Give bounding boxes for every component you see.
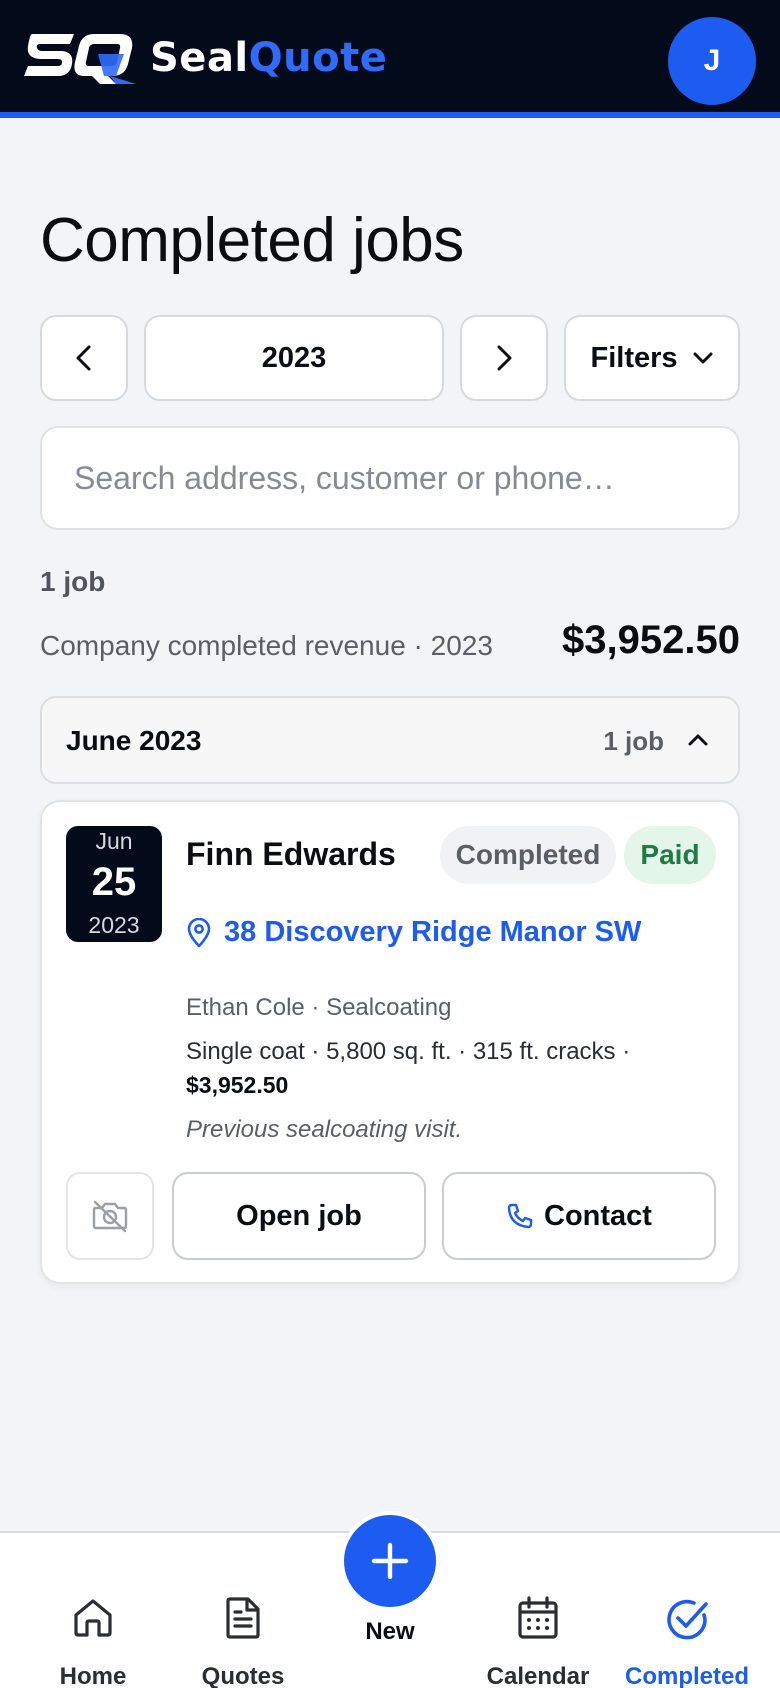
job-card[interactable]: Jun 25 2023 Finn Edwards Completed Paid … bbox=[40, 800, 740, 1284]
page-title: Completed jobs bbox=[40, 206, 464, 275]
app-header: SealQuote J bbox=[0, 0, 780, 118]
brand-name-quote: Quote bbox=[248, 35, 388, 81]
brand-wordmark: SealQuote bbox=[150, 35, 387, 81]
job-assignee-service: Ethan Cole · Sealcoating bbox=[186, 994, 452, 1021]
job-specs: Single coat · 5,800 sq. ft. · 315 ft. cr… bbox=[186, 1038, 631, 1065]
filters-label: Filters bbox=[590, 341, 678, 374]
job-date-year: 2023 bbox=[88, 912, 140, 938]
phone-icon bbox=[507, 1203, 533, 1229]
status-badge: Completed bbox=[440, 826, 616, 884]
job-date-day: 25 bbox=[91, 860, 137, 904]
job-address: 38 Discovery Ridge Manor SW bbox=[224, 916, 642, 948]
job-note: Previous sealcoating visit. bbox=[186, 1116, 463, 1143]
job-count: 1 job bbox=[40, 566, 106, 597]
open-job-button[interactable]: Open job bbox=[172, 1172, 426, 1260]
check-circle-icon bbox=[667, 1599, 708, 1640]
plus-icon bbox=[371, 1542, 409, 1580]
nav-calendar-label: Calendar bbox=[486, 1663, 590, 1688]
chevron-up-icon bbox=[688, 734, 708, 746]
chevron-down-icon bbox=[693, 352, 713, 364]
contact-label: Contact bbox=[544, 1199, 652, 1232]
chevron-right-icon bbox=[497, 345, 512, 371]
nav-completed-label: Completed bbox=[624, 1663, 749, 1688]
map-pin-icon bbox=[187, 917, 211, 947]
logo-mark-icon bbox=[24, 34, 136, 84]
job-customer-name: Finn Edwards bbox=[186, 836, 396, 872]
home-icon bbox=[74, 1599, 112, 1637]
month-group-header[interactable]: June 2023 1 job bbox=[40, 696, 740, 784]
nav-new-label: New bbox=[365, 1618, 415, 1645]
nav-quotes-label: Quotes bbox=[201, 1663, 285, 1688]
revenue-value: $3,952.50 bbox=[562, 618, 740, 662]
nav-home[interactable]: Home bbox=[18, 1533, 168, 1688]
nav-calendar[interactable]: Calendar bbox=[463, 1533, 613, 1688]
payment-badge: Paid bbox=[624, 826, 716, 884]
camera-off-icon bbox=[92, 1200, 128, 1233]
job-address-link[interactable]: 38 Discovery Ridge Manor SW bbox=[186, 916, 641, 949]
filters-button[interactable]: Filters bbox=[564, 315, 740, 401]
job-price: $3,952.50 bbox=[186, 1072, 289, 1098]
brand-logo[interactable]: SealQuote bbox=[24, 30, 387, 86]
chevron-left-icon bbox=[76, 345, 91, 371]
year-selector[interactable]: 2023 bbox=[144, 315, 444, 401]
job-date-month: Jun bbox=[95, 828, 133, 854]
month-group-title: June 2023 bbox=[66, 725, 202, 756]
nav-home-label: Home bbox=[59, 1663, 127, 1688]
new-job-fab-wrapper bbox=[340, 1511, 440, 1611]
calendar-icon bbox=[518, 1596, 558, 1639]
user-avatar[interactable]: J bbox=[668, 17, 756, 105]
previous-year-button[interactable] bbox=[40, 315, 128, 401]
nav-completed[interactable]: Completed bbox=[612, 1533, 762, 1688]
photos-button[interactable] bbox=[66, 1172, 154, 1260]
nav-quotes[interactable]: Quotes bbox=[168, 1533, 318, 1688]
brand-name-seal: Seal bbox=[150, 35, 249, 81]
document-icon bbox=[226, 1597, 260, 1639]
month-group-count: 1 job bbox=[603, 726, 664, 756]
next-year-button[interactable] bbox=[460, 315, 548, 401]
revenue-label: Company completed revenue · 2023 bbox=[40, 630, 493, 661]
job-date-badge: Jun 25 2023 bbox=[66, 826, 162, 942]
contact-button[interactable]: Contact bbox=[442, 1172, 716, 1260]
new-job-button[interactable] bbox=[344, 1515, 436, 1607]
search-input[interactable] bbox=[40, 426, 740, 530]
